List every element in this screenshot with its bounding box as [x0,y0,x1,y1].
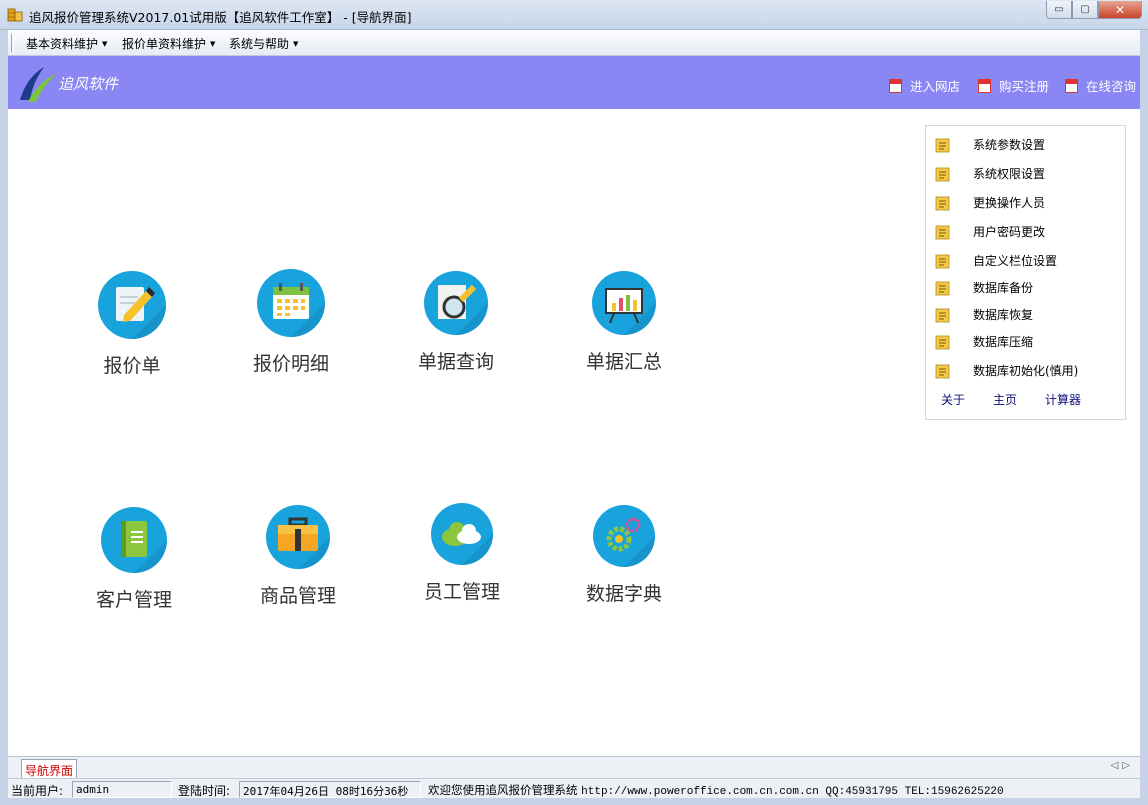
menu-label: 系统与帮助 [229,37,290,51]
tile-label: 客户管理 [95,589,172,611]
tile-label: 单据汇总 [585,351,662,373]
side-item-system-params[interactable]: 系统参数设置 [935,136,1045,153]
link-online-consult[interactable]: 在线咨询 [1065,76,1136,95]
login-time-value: 2017年04月26日 08时16分36秒 [239,781,421,798]
tile-product-management[interactable]: 商品管理 [250,505,346,608]
link-label: 在线咨询 [1086,79,1137,94]
side-item-db-backup[interactable]: 数据库备份 [935,279,1033,296]
menu-quote-data[interactable]: 报价单资料维护 ▼ [122,35,215,52]
link-homepage[interactable]: 主页 [993,391,1017,408]
system-side-panel: 系统参数设置 系统权限设置 更换操作人员 用户密码更改 自定义栏位设置 数据库备… [925,125,1126,420]
header-banner: 追风软件 进入网店 购买注册 在线咨询 [8,56,1140,109]
welcome-message: 欢迎您使用追风报价管理系统 http://www.poweroffice.com… [428,782,1004,798]
note-icon [935,335,950,349]
tile-label: 单据查询 [417,351,494,373]
side-links: 关于 主页 计算器 [941,391,1109,408]
side-item-change-operator[interactable]: 更换操作人员 [935,194,1045,211]
link-buy-register[interactable]: 购买注册 [978,76,1049,95]
menu-grip [11,34,14,52]
side-item-label: 数据库压缩 [973,335,1034,349]
brand-name: 追风软件 [58,75,119,93]
note-icon [935,167,950,181]
tile-label: 报价单 [103,355,161,377]
tile-employee-management[interactable]: 员工管理 [412,503,512,604]
calendar-icon [257,269,325,337]
briefcase-icon [266,505,330,569]
calendar-icon [978,78,991,93]
welcome-text: 欢迎您使用追风报价管理系统 [428,783,578,797]
title-bar: 追风报价管理系统V2017.01试用版【追风软件工作室】 - [导航界面] ▭ … [0,0,1148,30]
menu-label: 基本资料维护 [26,37,99,51]
tile-label: 数据字典 [585,583,662,605]
side-item-custom-columns[interactable]: 自定义栏位设置 [935,252,1057,269]
tile-document-query[interactable]: 单据查询 [406,271,506,374]
side-item-label: 更换操作人员 [973,196,1046,210]
side-item-label: 自定义栏位设置 [973,254,1058,268]
navigation-panel: 报价单 报价明细 单据查询 单据汇总 客户管理 商品管理 员工管理 数据字典 系… [8,109,1140,756]
current-user-label: 当前用户: [11,784,64,798]
menu-basic-data[interactable]: 基本资料维护 ▼ [26,35,107,52]
side-item-db-restore[interactable]: 数据库恢复 [935,306,1033,323]
side-item-label: 数据库备份 [973,281,1034,295]
calendar-icon [1065,78,1078,93]
tile-quote-detail[interactable]: 报价明细 [243,269,339,376]
magnifier-icon [424,271,488,335]
minimize-button[interactable]: ▭ [1046,1,1072,19]
caret-down-icon: ▼ [210,40,216,48]
login-time-label: 登陆时间: [178,784,231,798]
gears-icon [593,505,655,567]
menu-bar: 基本资料维护 ▼ 报价单资料维护 ▼ 系统与帮助 ▼ [8,30,1140,56]
close-button[interactable]: ✕ [1098,1,1142,19]
note-icon [935,196,950,210]
status-bar: 当前用户: admin 登陆时间: 2017年04月26日 08时16分36秒 … [8,778,1140,798]
calendar-icon [889,78,902,93]
tile-label: 商品管理 [259,585,336,607]
link-about[interactable]: 关于 [941,391,965,408]
tile-label: 员工管理 [423,581,500,603]
note-icon [935,364,950,378]
link-label: 购买注册 [999,79,1050,94]
side-item-db-init[interactable]: 数据库初始化(慎用) [935,362,1078,379]
window-bottom-frame [0,798,1148,805]
tile-data-dictionary[interactable]: 数据字典 [574,505,674,606]
side-item-permissions[interactable]: 系统权限设置 [935,165,1045,182]
note-icon [935,225,950,239]
caret-down-icon: ▼ [293,40,299,48]
current-user-value: admin [72,781,172,798]
caret-down-icon: ▼ [102,40,108,48]
window-title: 追风报价管理系统V2017.01试用版【追风软件工作室】 - [导航界面] [29,10,412,25]
note-icon [935,254,950,268]
brand-logo-icon [20,67,56,102]
menu-system-help[interactable]: 系统与帮助 ▼ [229,35,298,52]
note-icon [935,281,950,295]
link-label: 进入网店 [910,79,961,94]
side-item-change-password[interactable]: 用户密码更改 [935,223,1045,240]
pencil-note-icon [98,271,166,339]
side-item-label: 数据库初始化(慎用) [973,364,1079,378]
tile-document-summary[interactable]: 单据汇总 [574,271,674,374]
side-item-label: 用户密码更改 [973,225,1046,239]
contact-info: http://www.poweroffice.com.cn.com.cn QQ:… [581,786,1004,798]
side-item-label: 数据库恢复 [973,308,1034,322]
presentation-chart-icon [592,271,656,335]
tile-label: 报价明细 [252,353,329,375]
note-icon [935,308,950,322]
side-item-label: 系统参数设置 [973,138,1046,152]
restore-button[interactable]: ▢ [1072,1,1098,19]
tile-customer-management[interactable]: 客户管理 [88,507,180,612]
tab-navigation[interactable]: 导航界面 [21,759,78,779]
note-icon [935,138,950,152]
link-online-shop[interactable]: 进入网店 [889,76,960,95]
app-coins-icon [7,8,23,22]
side-item-label: 系统权限设置 [973,167,1046,181]
link-calculator[interactable]: 计算器 [1045,391,1081,408]
tab-scroll-arrows-icon[interactable]: ◁▷ [1111,760,1134,771]
side-item-db-compress[interactable]: 数据库压缩 [935,333,1033,350]
document-tab-strip: 导航界面 ◁▷ [8,756,1140,779]
notebook-icon [101,507,167,573]
menu-label: 报价单资料维护 [122,37,207,51]
tile-quote[interactable]: 报价单 [86,271,178,378]
cloud-icon [431,503,493,565]
